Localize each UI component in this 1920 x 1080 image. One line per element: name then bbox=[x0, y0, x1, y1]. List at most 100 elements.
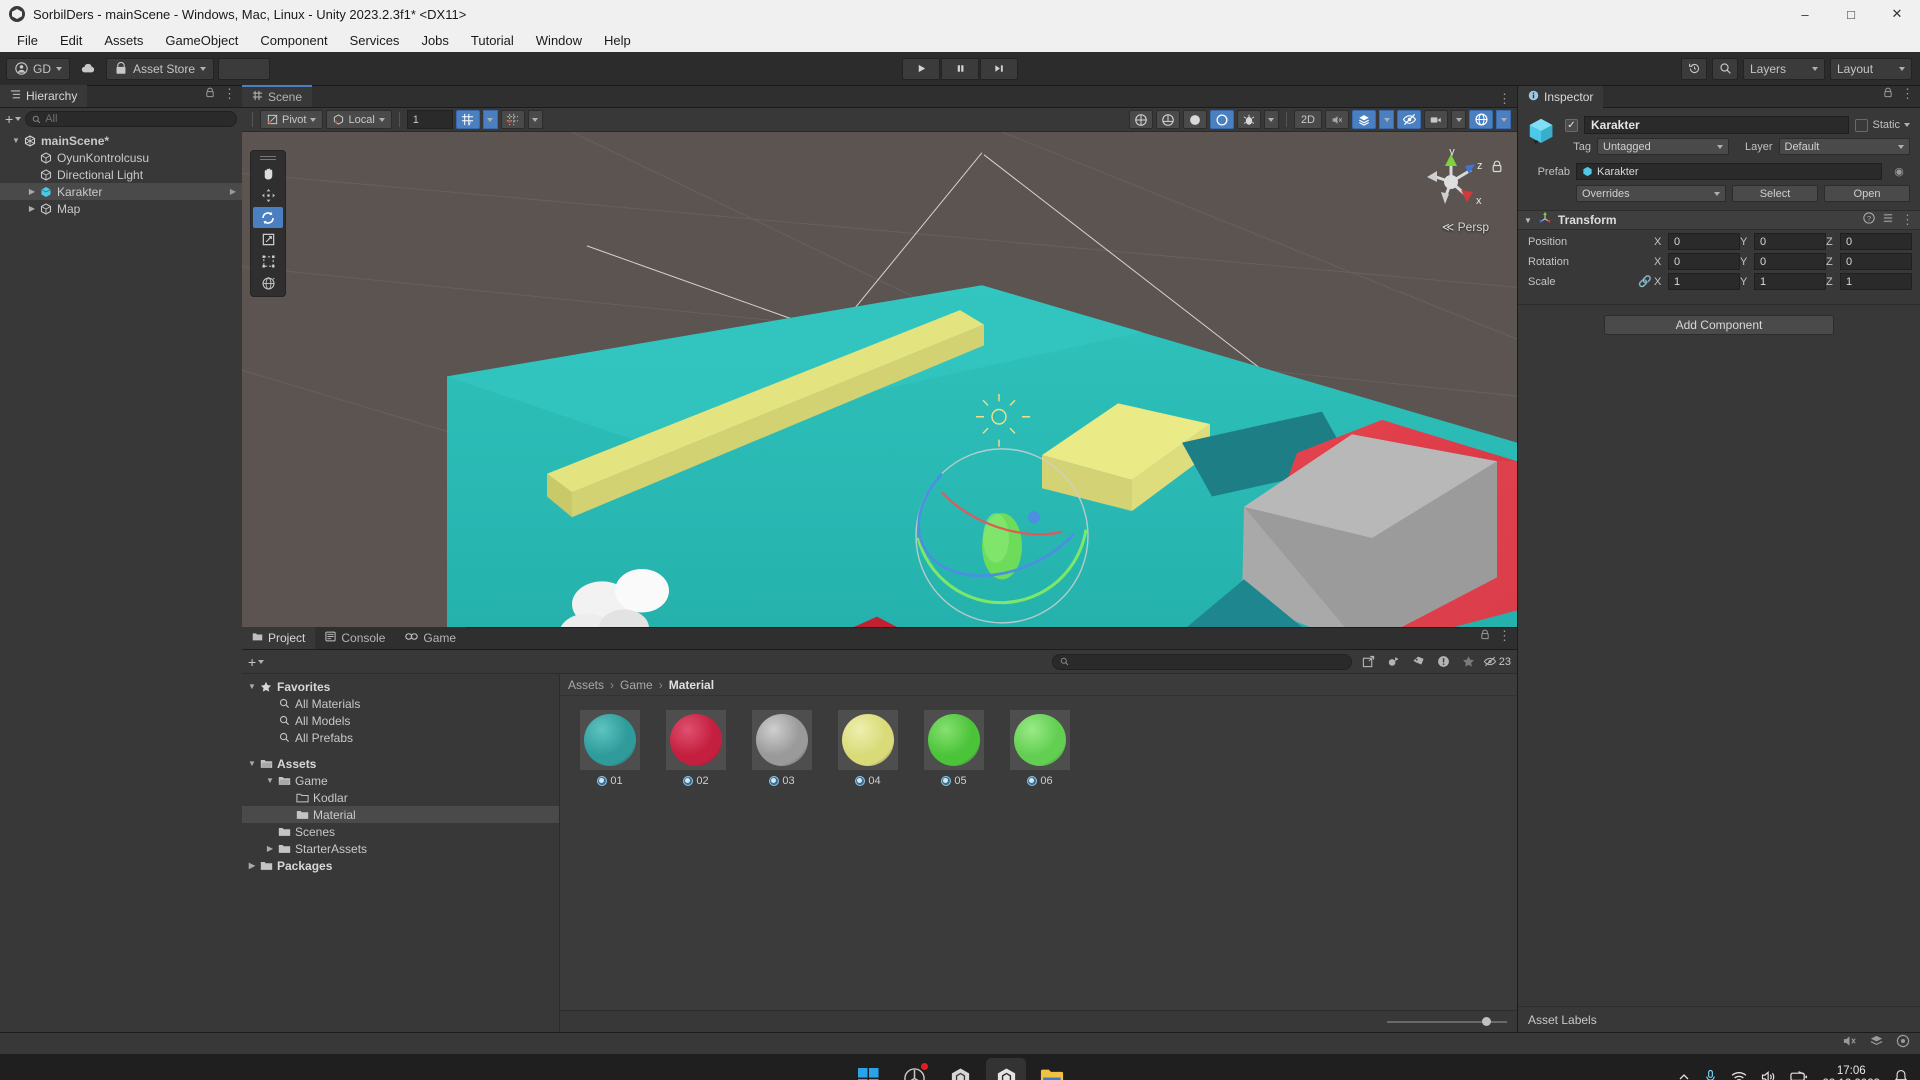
undo-history-button[interactable] bbox=[1681, 57, 1707, 80]
twisty-icon[interactable]: ▶ bbox=[264, 844, 276, 853]
hierarchy-search-input[interactable]: All bbox=[25, 111, 237, 127]
asset-item[interactable]: 05 bbox=[914, 710, 994, 787]
favorites-filter-icon[interactable] bbox=[1458, 653, 1480, 671]
grid-snap-button[interactable]: y bbox=[455, 110, 480, 129]
thumbnail-size-slider[interactable] bbox=[1387, 1016, 1507, 1028]
breadcrumb-item-assets[interactable]: Assets bbox=[568, 678, 604, 692]
tab-game[interactable]: Game bbox=[395, 627, 467, 649]
gizmos-fx-dropdown[interactable] bbox=[1379, 110, 1394, 129]
transform-z-input[interactable]: 0 bbox=[1840, 253, 1912, 270]
project-tree-item-material[interactable]: Material bbox=[242, 806, 559, 823]
effects-toggle-button[interactable] bbox=[1236, 110, 1261, 129]
project-tree-item-all-models[interactable]: All Models bbox=[242, 712, 559, 729]
menu-item-tutorial[interactable]: Tutorial bbox=[460, 30, 525, 51]
camera-settings-dropdown[interactable] bbox=[1451, 110, 1466, 129]
asset-item[interactable]: 03 bbox=[742, 710, 822, 787]
project-tree-item-favorites[interactable]: ▼ Favorites bbox=[242, 678, 559, 695]
perspective-label[interactable]: ≪ Persp bbox=[1442, 220, 1489, 234]
cloud-button[interactable] bbox=[74, 58, 102, 80]
menu-item-component[interactable]: Component bbox=[249, 30, 338, 51]
project-tree-item-starterassets[interactable]: ▶ StarterAssets bbox=[242, 840, 559, 857]
twisty-icon[interactable]: ▼ bbox=[246, 759, 258, 768]
breadcrumb-item-game[interactable]: Game bbox=[620, 678, 653, 692]
transform-x-input[interactable]: 1 bbox=[1668, 273, 1740, 290]
menu-item-assets[interactable]: Assets bbox=[93, 30, 154, 51]
toggle-2d-button[interactable]: 2D bbox=[1293, 110, 1322, 129]
hierarchy-item-karakter[interactable]: ▶ Karakter ▶ bbox=[0, 183, 242, 200]
pivot-dropdown[interactable]: Pivot bbox=[260, 110, 324, 129]
transform-x-input[interactable]: 0 bbox=[1668, 233, 1740, 250]
asset-item[interactable]: 01 bbox=[570, 710, 650, 787]
step-button[interactable] bbox=[980, 57, 1018, 80]
pause-button[interactable] bbox=[941, 57, 979, 80]
grid-snap-dropdown[interactable] bbox=[482, 110, 498, 129]
search-button[interactable] bbox=[1712, 57, 1738, 80]
layers-dropdown[interactable]: Layers bbox=[1743, 57, 1825, 80]
asset-item[interactable]: 02 bbox=[656, 710, 736, 787]
hierarchy-item-mainscene[interactable]: ▼ mainScene* bbox=[0, 132, 242, 149]
twisty-icon[interactable]: ▼ bbox=[246, 682, 258, 691]
project-tree-item-all-materials[interactable]: All Materials bbox=[242, 695, 559, 712]
menu-item-help[interactable]: Help bbox=[593, 30, 642, 51]
grid-size-input[interactable]: 1 bbox=[406, 110, 453, 129]
scene-viewport[interactable]: y z x ≪ Persp bbox=[242, 132, 1517, 627]
component-menu-icon[interactable]: ⋮ bbox=[1901, 213, 1914, 226]
twisty-icon[interactable]: ▼ bbox=[264, 776, 276, 785]
gizmos-toggle-button[interactable] bbox=[1469, 110, 1493, 129]
asset-store-button[interactable]: Asset Store bbox=[106, 57, 215, 80]
play-button[interactable] bbox=[902, 57, 940, 80]
twisty-icon[interactable]: ▶ bbox=[26, 204, 38, 213]
hierarchy-expand-right-icon[interactable]: ▶ bbox=[230, 187, 236, 196]
inspector-menu-icon[interactable]: ⋮ bbox=[1901, 87, 1914, 100]
vertex-snap-dropdown[interactable] bbox=[527, 110, 543, 129]
lock-icon[interactable] bbox=[1480, 627, 1490, 645]
project-tree-item-game[interactable]: ▼ Game bbox=[242, 772, 559, 789]
add-component-button[interactable]: Add Component bbox=[1604, 315, 1834, 335]
notification-bell-icon[interactable] bbox=[1894, 1069, 1908, 1080]
start-button[interactable] bbox=[848, 1058, 888, 1080]
asset-item[interactable]: 06 bbox=[1000, 710, 1080, 787]
scale-tool-button[interactable] bbox=[253, 229, 283, 250]
lighting-toggle-button[interactable] bbox=[1182, 110, 1207, 129]
hierarchy-item-directional-light[interactable]: Directional Light bbox=[0, 166, 242, 183]
create-gameobject-button[interactable]: + bbox=[5, 111, 22, 127]
menu-item-edit[interactable]: Edit bbox=[49, 30, 93, 51]
preset-icon[interactable] bbox=[1882, 211, 1894, 229]
layout-dropdown[interactable]: Layout bbox=[1830, 57, 1912, 80]
camera-settings-button[interactable] bbox=[1424, 110, 1448, 129]
tab-scene[interactable]: Scene bbox=[242, 85, 313, 107]
volume-icon[interactable] bbox=[1761, 1070, 1776, 1080]
move-tool-button[interactable] bbox=[253, 185, 283, 206]
unity-editor-app[interactable] bbox=[986, 1058, 1026, 1080]
gizmos-dropdown[interactable] bbox=[1496, 110, 1511, 129]
scene-audio-button[interactable] bbox=[1325, 110, 1349, 129]
twisty-icon[interactable]: ▶ bbox=[246, 861, 258, 870]
warning-filter-icon[interactable] bbox=[1433, 653, 1455, 671]
wifi-icon[interactable] bbox=[1731, 1070, 1747, 1080]
shading-mode-button[interactable] bbox=[1128, 110, 1153, 129]
scene-menu-icon[interactable]: ⋮ bbox=[1498, 92, 1511, 105]
vertex-snap-button[interactable] bbox=[500, 110, 525, 129]
gameobject-name-input[interactable]: Karakter bbox=[1584, 116, 1850, 134]
transform-y-input[interactable]: 0 bbox=[1754, 253, 1826, 270]
tab-console[interactable]: Console bbox=[315, 627, 396, 649]
gizmos-fx-button[interactable] bbox=[1352, 110, 1376, 129]
skybox-toggle-button[interactable] bbox=[1155, 110, 1180, 129]
prefab-options-icon[interactable]: ◉ bbox=[1888, 165, 1910, 178]
breadcrumb-item-material[interactable]: Material bbox=[669, 678, 714, 692]
hierarchy-menu-icon[interactable]: ⋮ bbox=[223, 87, 236, 100]
tab-project[interactable]: Project bbox=[242, 627, 316, 649]
foldout-arrow-icon[interactable]: ▼ bbox=[1524, 216, 1532, 225]
scale-link-icon[interactable]: 🔗 bbox=[1638, 275, 1654, 288]
overrides-dropdown[interactable]: Overrides bbox=[1576, 185, 1726, 202]
project-tree-item-packages[interactable]: ▶ Packages bbox=[242, 857, 559, 874]
tag-dropdown[interactable]: Untagged bbox=[1597, 138, 1729, 155]
status-mute-icon[interactable] bbox=[1842, 1034, 1857, 1053]
taskbar-clock[interactable]: 17:06 23.12.2023 bbox=[1822, 1065, 1880, 1080]
lock-icon[interactable] bbox=[205, 85, 215, 103]
static-toggle[interactable]: Static bbox=[1855, 118, 1910, 132]
tray-expand-icon[interactable] bbox=[1678, 1071, 1690, 1080]
gameobject-enabled-checkbox[interactable]: ✓ bbox=[1565, 118, 1578, 132]
rect-tool-button[interactable] bbox=[253, 251, 283, 272]
create-asset-button[interactable]: + bbox=[248, 654, 265, 670]
